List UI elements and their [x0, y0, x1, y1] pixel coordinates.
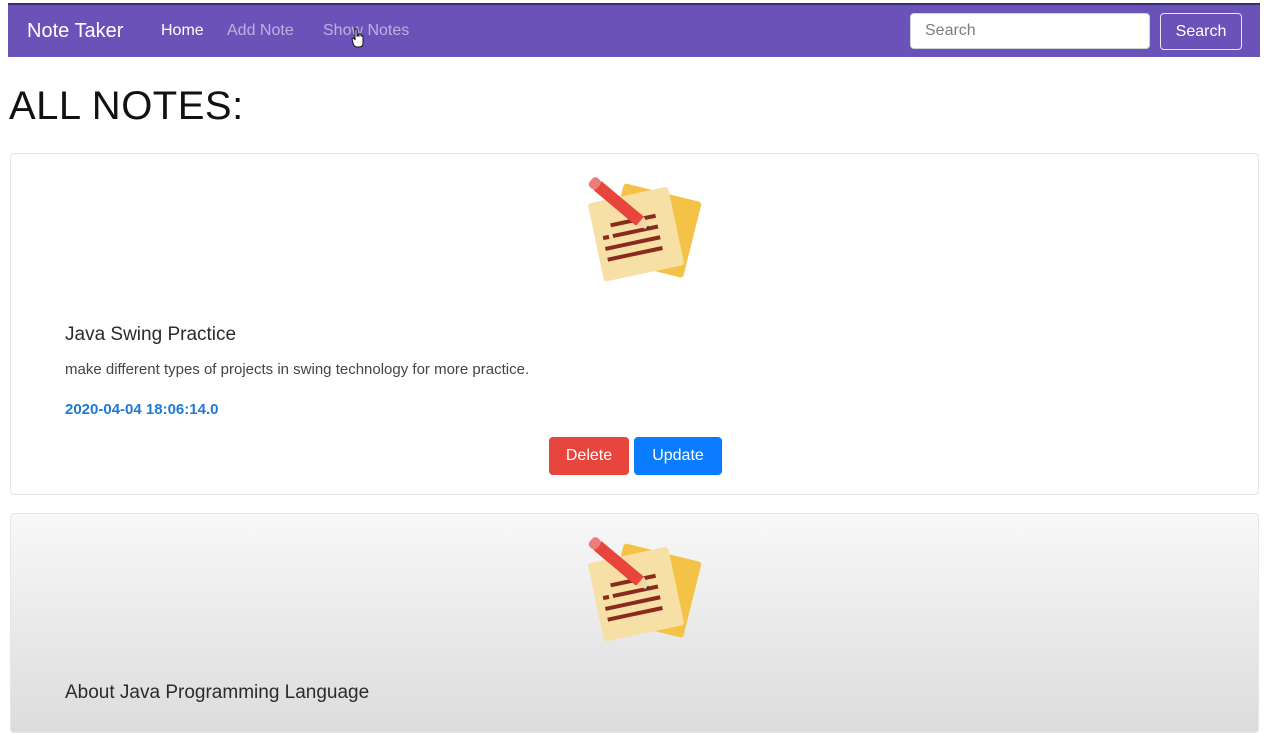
note-date: 2020-04-04 18:06:14.0: [65, 401, 219, 418]
navbar: Note Taker Home Add Note Show Notes Sear…: [8, 3, 1260, 57]
note-icon: [588, 537, 702, 642]
note-icon: [588, 177, 702, 282]
delete-button[interactable]: Delete: [549, 437, 629, 475]
search-input[interactable]: [910, 13, 1150, 49]
nav-home-link[interactable]: Home: [161, 22, 204, 40]
page-title: ALL NOTES:: [9, 84, 244, 128]
hand-cursor-icon: [351, 28, 364, 48]
note-card: About Java Programming Language: [10, 513, 1259, 733]
brand-link[interactable]: Note Taker: [27, 20, 123, 43]
nav-show-notes-link[interactable]: Show Notes: [323, 22, 409, 40]
note-title: Java Swing Practice: [65, 324, 237, 345]
note-content: make different types of projects in swin…: [65, 361, 530, 378]
search-button[interactable]: Search: [1160, 13, 1242, 50]
note-title: About Java Programming Language: [65, 682, 370, 703]
nav-add-note-link[interactable]: Add Note: [227, 22, 294, 40]
note-card: Java Swing Practice make different types…: [10, 153, 1259, 495]
update-button[interactable]: Update: [634, 437, 722, 475]
